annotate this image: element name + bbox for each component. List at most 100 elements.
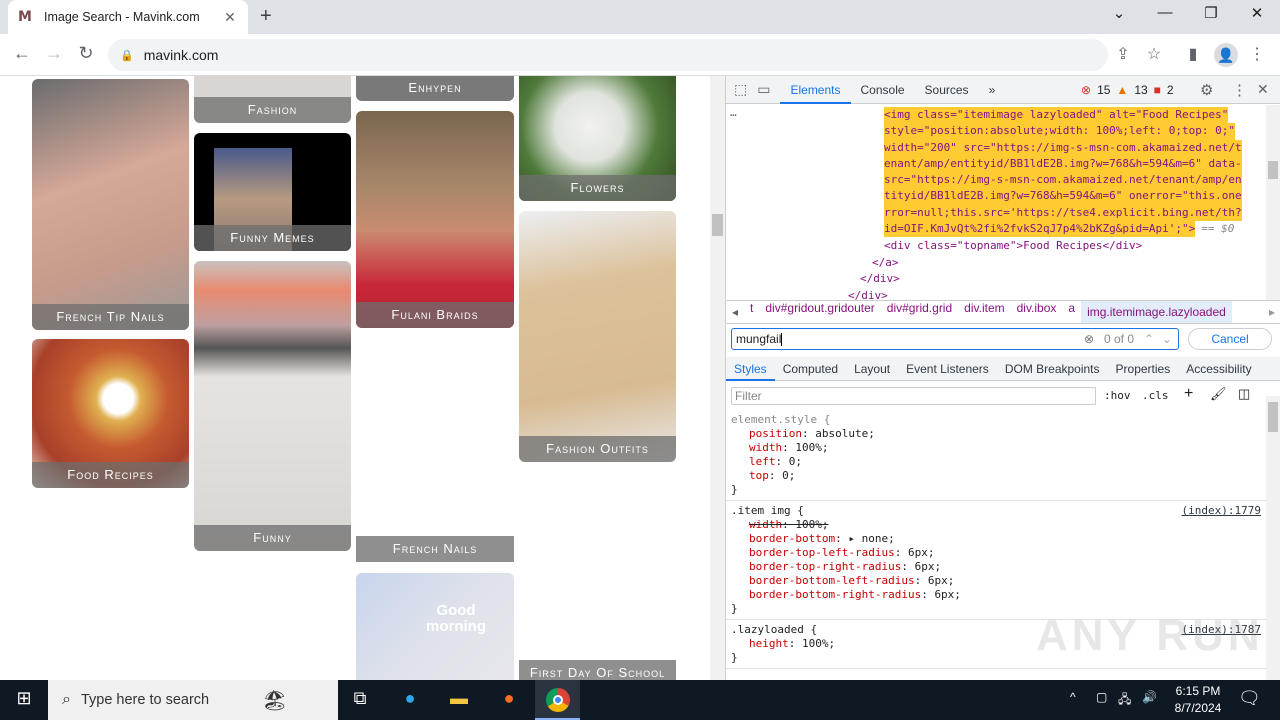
new-style-rule-icon[interactable]: + xyxy=(1184,385,1193,403)
file-explorer-icon[interactable]: ▬ xyxy=(447,688,471,712)
volume-icon[interactable]: 🔊 xyxy=(1142,690,1157,704)
dom-line-close-div-2[interactable]: </div> xyxy=(848,288,888,300)
cancel-search-button[interactable]: Cancel xyxy=(1188,328,1272,350)
meet-now-icon[interactable]: ▢ xyxy=(1096,690,1107,704)
style-property[interactable]: border-top-left-radius: 6px; xyxy=(731,546,1261,560)
card-funny-memes[interactable]: Funny Memes xyxy=(194,133,351,251)
dom-line-close-div[interactable]: </div> xyxy=(860,271,900,287)
task-view-icon[interactable]: ⧉ xyxy=(348,688,372,712)
card-fulani-braids[interactable]: Fulani Braids xyxy=(356,111,514,328)
styles-tab-dom-breakpoints[interactable]: DOM Breakpoints xyxy=(997,357,1108,381)
breadcrumb-item[interactable]: div.item xyxy=(958,301,1010,323)
minimize-button[interactable]: — xyxy=(1150,4,1180,21)
tab-search-chevron-icon[interactable]: ⌄ xyxy=(1104,4,1134,22)
dom-line-selected[interactable]: width="200" src="https://img-s-msn-com.a… xyxy=(884,139,1242,156)
chrome-taskbar-button[interactable] xyxy=(535,680,580,720)
issue-counters[interactable]: ⊗ 15 ▲ 13 ■ 2 xyxy=(1081,83,1174,97)
chrome-menu-icon[interactable]: ⋮ xyxy=(1246,44,1268,64)
page-scrollbar[interactable] xyxy=(710,76,725,680)
reload-button[interactable]: ↻ xyxy=(74,43,98,64)
style-property[interactable]: width: 100%; xyxy=(731,518,1261,532)
more-tabs-icon[interactable]: » xyxy=(979,76,1006,104)
cls-toggle[interactable]: .cls xyxy=(1142,389,1169,402)
network-icon[interactable]: 🖧 xyxy=(1118,690,1131,711)
tab-elements[interactable]: Elements xyxy=(780,76,851,104)
styles-filter-input[interactable]: Filter xyxy=(731,387,1096,405)
new-tab-button[interactable]: + xyxy=(260,5,280,28)
toggle-sidebar-icon[interactable]: ◫ xyxy=(1238,386,1250,402)
styles-tab-layout[interactable]: Layout xyxy=(846,357,898,381)
style-rule[interactable]: element.style {position: absolute; width:… xyxy=(726,410,1266,501)
style-property[interactable]: top: 0; xyxy=(731,469,1261,483)
address-bar[interactable]: 🔒 mavink.com xyxy=(108,39,1108,71)
close-window-button[interactable]: ✕ xyxy=(1242,4,1272,22)
close-devtools-icon[interactable]: ✕ xyxy=(1257,81,1269,98)
dom-scrollbar-thumb[interactable] xyxy=(1268,161,1278,179)
dom-line-topname[interactable]: <div class="topname">Food Recipes</div> xyxy=(884,238,1142,254)
breadcrumb-item[interactable]: div#grid.grid xyxy=(881,301,958,323)
style-property[interactable]: border-bottom-left-radius: 6px; xyxy=(731,574,1261,588)
browser-tab[interactable]: M Image Search - Mavink.com ✕ xyxy=(8,0,248,34)
dom-tree[interactable]: … <img class="itemimage lazyloaded" alt=… xyxy=(726,105,1266,300)
card-french-tip-nails[interactable]: French Tip Nails xyxy=(32,79,189,330)
settings-gear-icon[interactable]: ⚙ xyxy=(1200,81,1213,99)
breadcrumb-item[interactable]: img.itemimage.lazyloaded xyxy=(1081,301,1232,323)
page-scrollbar-thumb[interactable] xyxy=(712,214,723,236)
card-food-recipes[interactable]: Food Recipes xyxy=(32,339,189,488)
dom-line-selected[interactable]: id=OIF.KmJvQt%2fi%2fvkS2qJ7p4%2bKZg&pid=… xyxy=(884,221,1196,238)
card-good-morning[interactable]: Good morning xyxy=(356,573,514,680)
card-french-nails[interactable]: French Nails xyxy=(356,536,514,562)
styles-tab-computed[interactable]: Computed xyxy=(775,357,846,381)
dom-line-selected[interactable]: src="https://img-s-msn-com.akamaized.net… xyxy=(884,172,1242,189)
dom-line-close-a[interactable]: </a> xyxy=(872,255,899,271)
taskbar-search[interactable]: ⌕ Type here to search 🏖 xyxy=(48,680,338,720)
style-property[interactable]: border-bottom-right-radius: 6px; xyxy=(731,588,1261,602)
clock[interactable]: 6:15 PM 8/7/2024 xyxy=(1168,684,1228,715)
notifications-icon[interactable]: 🗨 xyxy=(1238,688,1261,709)
breadcrumb-item[interactable]: div#gridout.gridouter xyxy=(759,301,880,323)
show-hidden-icons-chevron[interactable]: ^ xyxy=(1070,690,1076,704)
clear-search-icon[interactable]: ⊗ xyxy=(1084,332,1094,346)
card-fashion-outfits[interactable]: Fashion Outfits xyxy=(519,211,676,462)
side-panel-icon[interactable]: ▮ xyxy=(1182,44,1204,64)
restore-button[interactable]: ❐ xyxy=(1196,4,1226,22)
dom-line-selected[interactable]: rror=null;this.src='https://tse4.explici… xyxy=(884,204,1242,222)
share-icon[interactable]: ⇪ xyxy=(1112,44,1134,64)
rule-source-link[interactable]: (index):1779 xyxy=(1182,504,1261,518)
style-property[interactable]: border-bottom: ▸ none; xyxy=(731,532,1261,546)
bookmark-star-icon[interactable]: ☆ xyxy=(1143,44,1165,64)
styles-scrollbar-thumb[interactable] xyxy=(1268,402,1278,432)
styles-tab-event-listeners[interactable]: Event Listeners xyxy=(898,357,997,381)
dom-line-selected[interactable]: enant/amp/entityid/BB1ldE2B.img?w=768&h=… xyxy=(884,155,1242,173)
dom-scrollbar[interactable] xyxy=(1266,105,1280,300)
breadcrumb-right-arrow-icon[interactable]: ▸ xyxy=(1263,305,1280,319)
breadcrumb-left-arrow-icon[interactable]: ◂ xyxy=(726,305,744,319)
device-toolbar-icon[interactable]: ▭ xyxy=(753,81,780,98)
style-rule[interactable]: .item img {(index):1779 width: 100%; borde… xyxy=(726,501,1266,620)
back-button[interactable]: ← xyxy=(10,43,34,64)
edge-icon[interactable]: ● xyxy=(398,688,422,712)
dom-line-selected[interactable]: <img class="itemimage lazyloaded" alt="F… xyxy=(884,107,1229,124)
firefox-icon[interactable]: ● xyxy=(497,688,521,712)
style-property[interactable]: left: 0; xyxy=(731,455,1261,469)
ellipsis-icon[interactable]: … xyxy=(730,105,737,121)
breadcrumb-item[interactable]: div.ibox xyxy=(1011,301,1063,323)
styles-tab-styles[interactable]: Styles xyxy=(726,357,775,381)
close-tab-icon[interactable]: ✕ xyxy=(222,9,238,26)
card-flowers[interactable]: Flowers xyxy=(519,76,676,201)
inspect-element-icon[interactable]: ⬚ xyxy=(726,81,753,98)
breadcrumb-item[interactable]: a xyxy=(1062,301,1081,323)
styles-tab-properties[interactable]: Properties xyxy=(1108,357,1179,381)
style-property[interactable]: position: absolute; xyxy=(731,427,1261,441)
style-property[interactable]: width: 100%; xyxy=(731,441,1261,455)
styles-scrollbar[interactable] xyxy=(1266,396,1280,680)
devtools-menu-icon[interactable]: ⋮ xyxy=(1232,81,1247,99)
previous-match-icon[interactable]: ⌃ xyxy=(1144,332,1154,346)
paint-brush-icon[interactable]: 🖌 xyxy=(1210,386,1227,402)
style-property[interactable]: border-top-right-radius: 6px; xyxy=(731,560,1261,574)
dom-line-selected[interactable]: tityid/BB1ldE2B.img?w=768&h=594&m=6" one… xyxy=(884,188,1242,205)
card-funny[interactable]: Funny xyxy=(194,261,351,551)
dom-line-selected[interactable]: style="position:absolute;width: 100%;lef… xyxy=(884,123,1235,140)
styles-tab-accessibility[interactable]: Accessibility xyxy=(1178,357,1259,381)
card-first-day-of-school[interactable]: First Day Of School xyxy=(519,660,676,680)
